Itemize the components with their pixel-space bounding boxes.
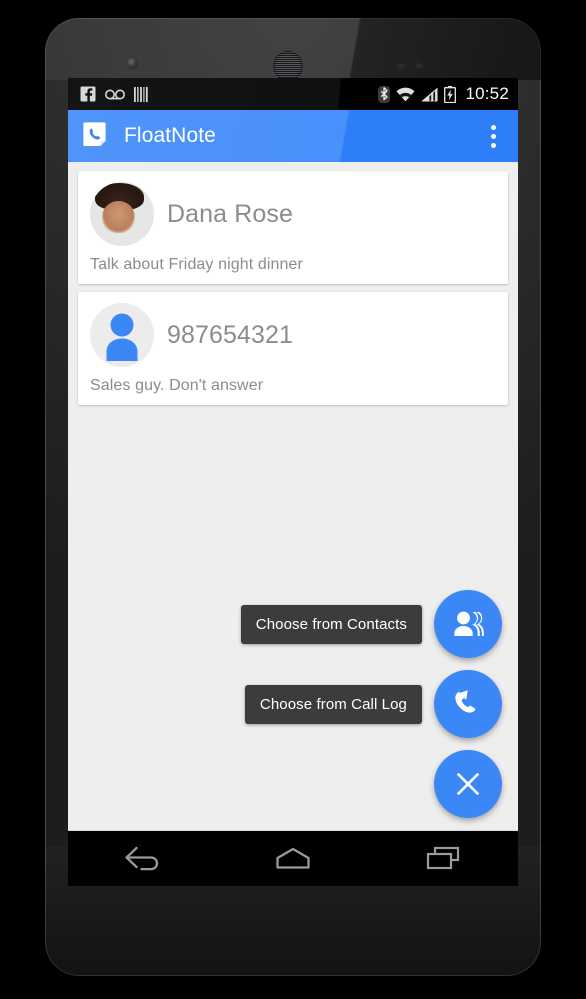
navigation-bar (68, 830, 518, 886)
note-body: Talk about Friday night dinner (90, 256, 303, 273)
fab-label-call-log[interactable]: Choose from Call Log (244, 684, 422, 724)
fab-label-contacts[interactable]: Choose from Contacts (240, 604, 422, 644)
overflow-dot (490, 124, 496, 130)
back-arrow-icon (125, 846, 159, 870)
fab-main-row (434, 750, 502, 818)
overflow-dot (490, 142, 496, 148)
status-bar-system: 10:52 (378, 84, 509, 104)
fab-action-calllog-row: Choose from Call Log (244, 670, 502, 738)
fab-action-contacts-row: Choose from Contacts (240, 590, 502, 658)
phone-screen: 10:52 FloatNote Dana Rose Talk about Fri… (68, 78, 518, 886)
facebook-icon (80, 86, 96, 102)
home-icon (276, 847, 310, 869)
app-title: FloatNote (124, 124, 216, 147)
status-bar-clock: 10:52 (465, 84, 509, 103)
cellular-signal-icon (421, 87, 438, 101)
contact-photo-icon (90, 182, 154, 246)
close-fab-button[interactable] (434, 750, 502, 818)
note-card[interactable]: Dana Rose Talk about Friday night dinner (78, 171, 508, 284)
home-button[interactable] (248, 831, 338, 886)
status-bar: 10:52 (68, 78, 518, 110)
note-header: 987654321 (90, 301, 496, 369)
overflow-dot (490, 133, 496, 139)
front-camera-icon (127, 58, 138, 69)
call-log-icon (455, 690, 476, 713)
recents-button[interactable] (398, 831, 488, 886)
wifi-icon (396, 87, 416, 101)
app-bar: FloatNote (68, 110, 518, 162)
earpiece-speaker-icon (273, 51, 303, 81)
voicemail-icon (105, 89, 125, 99)
proximity-sensor-icon (397, 63, 405, 69)
status-bar-notifications (80, 86, 148, 102)
note-header: Dana Rose (90, 180, 496, 248)
overflow-menu-icon[interactable] (478, 116, 508, 156)
phone-device-frame: 10:52 FloatNote Dana Rose Talk about Fri… (45, 18, 541, 976)
contacts-icon (454, 611, 484, 636)
back-button[interactable] (98, 831, 188, 886)
avatar (90, 303, 154, 367)
avatar (90, 182, 154, 246)
recents-icon (426, 846, 460, 869)
choose-from-contacts-button[interactable] (434, 590, 502, 658)
light-sensor-icon (415, 63, 423, 69)
floatnote-app-icon (83, 122, 106, 146)
note-card[interactable]: 987654321 Sales guy. Don't answer (78, 292, 508, 405)
note-title: Dana Rose (167, 199, 293, 228)
notes-list: Dana Rose Talk about Friday night dinner (68, 162, 518, 830)
choose-from-call-log-button[interactable] (434, 670, 502, 738)
barcode-icon (134, 86, 148, 102)
close-icon (456, 772, 480, 796)
note-body: Sales guy. Don't answer (90, 377, 264, 394)
default-person-icon (90, 303, 154, 367)
bluetooth-icon (378, 85, 391, 103)
note-title: 987654321 (167, 320, 294, 349)
battery-charging-icon (444, 85, 457, 103)
fab-menu: Choose from Contacts Choose from Call Lo… (240, 590, 502, 818)
